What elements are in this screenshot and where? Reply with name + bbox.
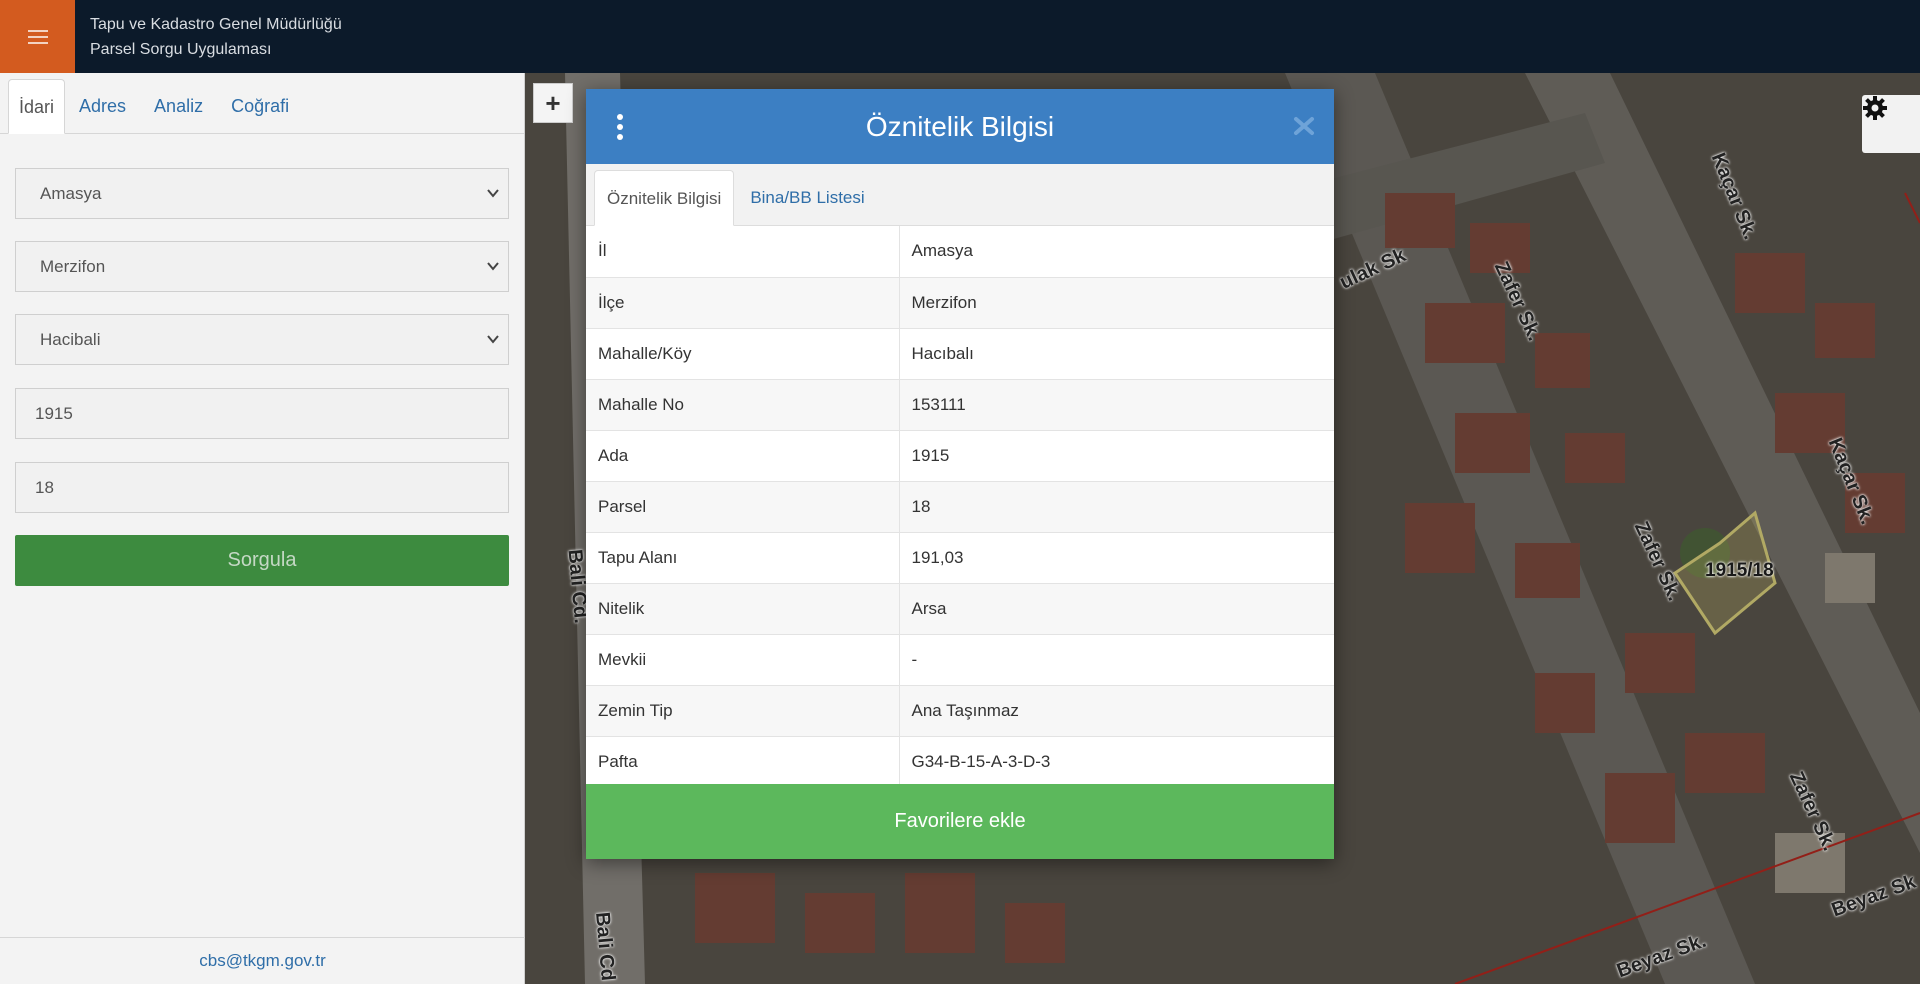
- table-row: Parsel 18: [586, 481, 1334, 533]
- more-options-icon[interactable]: [616, 114, 624, 140]
- modal-tabs: Öznitelik Bilgisi Bina/BB Listesi: [586, 164, 1334, 226]
- table-row: Mahalle No 153111: [586, 379, 1334, 431]
- table-row: Zemin Tip Ana Taşınmaz: [586, 685, 1334, 737]
- hamburger-menu-button[interactable]: [0, 0, 75, 73]
- table-row: İlçe Merzifon: [586, 277, 1334, 329]
- attribute-value: Hacıbalı: [899, 328, 1334, 380]
- attribute-value: Arsa: [899, 583, 1334, 635]
- il-select-value: Amasya: [40, 183, 102, 203]
- attribute-key: Pafta: [586, 736, 900, 788]
- tab-analiz[interactable]: Analiz: [140, 79, 217, 134]
- contact-email-link[interactable]: cbs@tkgm.gov.tr: [199, 951, 326, 971]
- table-row: Ada 1915: [586, 430, 1334, 482]
- chevron-down-icon: [487, 335, 499, 344]
- mahalle-select[interactable]: Hacibali: [15, 314, 509, 365]
- tab-cografi[interactable]: Coğrafi: [217, 79, 303, 134]
- sidebar: İdari Adres Analiz Coğrafi Amasya Merzif…: [0, 73, 525, 984]
- ilce-select[interactable]: Merzifon: [15, 241, 509, 292]
- sidebar-footer: cbs@tkgm.gov.tr: [0, 937, 525, 984]
- parsel-input-value: 18: [35, 477, 54, 497]
- ilce-select-value: Merzifon: [40, 256, 106, 276]
- attribute-value: G34-B-15-A-3-D-3: [899, 736, 1334, 788]
- tab-idari[interactable]: İdari: [8, 79, 66, 134]
- tab-adres[interactable]: Adres: [65, 79, 140, 134]
- attribute-key: Nitelik: [586, 583, 900, 635]
- parsel-input[interactable]: 18: [15, 462, 509, 513]
- attribute-key: Parsel: [586, 481, 900, 533]
- app-title: Tapu ve Kadastro Genel Müdürlüğü Parsel …: [90, 12, 342, 62]
- table-row: Tapu Alanı 191,03: [586, 532, 1334, 584]
- attribute-key: İlçe: [586, 277, 900, 329]
- attribute-key: Mahalle/Köy: [586, 328, 900, 380]
- zoom-in-button[interactable]: +: [533, 83, 573, 123]
- attribute-value: Merzifon: [899, 277, 1334, 329]
- attribute-key: İl: [586, 226, 900, 278]
- il-select[interactable]: Amasya: [15, 168, 509, 219]
- table-row: İl Amasya: [586, 226, 1334, 278]
- table-row: Nitelik Arsa: [586, 583, 1334, 635]
- attribute-value: 1915: [899, 430, 1334, 482]
- close-icon[interactable]: [1292, 113, 1316, 139]
- parcel-label: 1915/18: [1705, 560, 1774, 581]
- attribute-key: Mevkii: [586, 634, 900, 686]
- attribute-key: Ada: [586, 430, 900, 482]
- attribute-value: Ana Taşınmaz: [899, 685, 1334, 737]
- app-title-line2: Parsel Sorgu Uygulaması: [90, 41, 272, 58]
- app-header: Tapu ve Kadastro Genel Müdürlüğü Parsel …: [0, 0, 1920, 73]
- attribute-value: -: [899, 634, 1334, 686]
- attribute-info-modal: Öznitelik Bilgisi Öznitelik Bilgisi Bina…: [586, 89, 1334, 859]
- attribute-key: Zemin Tip: [586, 685, 900, 737]
- attribute-key: Mahalle No: [586, 379, 900, 431]
- attribute-value: 191,03: [899, 532, 1334, 584]
- add-to-favorites-button[interactable]: Favorilere ekle: [586, 784, 1334, 859]
- tab-oznitelik-bilgisi[interactable]: Öznitelik Bilgisi: [594, 170, 735, 226]
- modal-title: Öznitelik Bilgisi: [865, 110, 1055, 142]
- attribute-table: İl Amasya İlçe Merzifon Mahalle/Köy Hacıbal…: [586, 226, 1334, 788]
- gear-icon: [1863, 96, 1887, 120]
- attribute-value: 153111: [899, 379, 1334, 431]
- ada-input-value: 1915: [35, 403, 73, 423]
- map-settings-button[interactable]: [1862, 95, 1920, 153]
- tab-bina-bb-listesi[interactable]: Bina/BB Listesi: [734, 170, 880, 226]
- chevron-down-icon: [487, 262, 499, 271]
- ada-input[interactable]: 1915: [15, 388, 509, 439]
- table-row: Mevkii -: [586, 634, 1334, 686]
- modal-header: Öznitelik Bilgisi: [586, 89, 1334, 164]
- mahalle-select-value: Hacibali: [40, 329, 101, 349]
- table-row: Pafta G34-B-15-A-3-D-3: [586, 736, 1334, 788]
- attribute-key: Tapu Alanı: [586, 532, 900, 584]
- sidebar-tabs: İdari Adres Analiz Coğrafi: [0, 73, 524, 134]
- attribute-value: Amasya: [899, 226, 1334, 278]
- chevron-down-icon: [487, 189, 499, 198]
- hamburger-icon: [27, 29, 48, 44]
- sorgula-button[interactable]: Sorgula: [15, 535, 509, 586]
- app-title-line1: Tapu ve Kadastro Genel Müdürlüğü: [90, 16, 342, 33]
- table-row: Mahalle/Köy Hacıbalı: [586, 328, 1334, 380]
- attribute-value: 18: [899, 481, 1334, 533]
